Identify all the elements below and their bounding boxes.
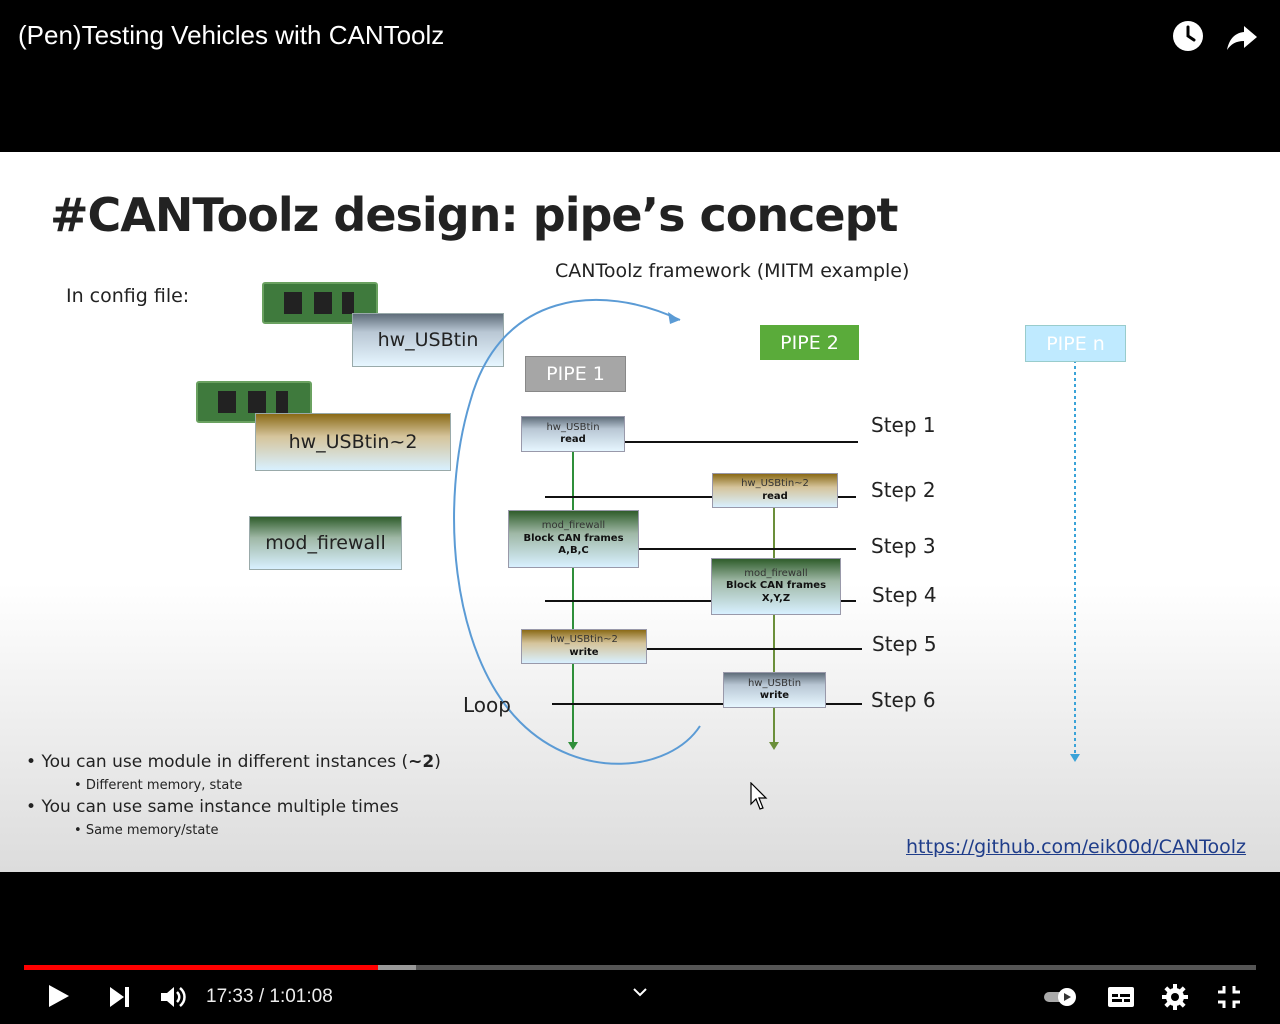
play-icon [49, 985, 69, 1007]
pipe1-module-firewall: mod_firewall Block CAN frames A,B,C [508, 510, 639, 568]
subtitles-icon [1108, 987, 1134, 1007]
volume-icon [161, 987, 186, 1007]
github-link[interactable]: https://github.com/eik00d/CANToolz [906, 836, 1246, 858]
step4-label: Step 4 [872, 583, 937, 607]
module-action: read [560, 434, 586, 445]
step2-label: Step 2 [871, 478, 936, 502]
share-icon[interactable] [1224, 18, 1260, 54]
loop-label: Loop [463, 693, 511, 717]
module-name: mod_firewall [541, 520, 606, 532]
step1-label: Step 1 [871, 413, 936, 437]
gear-icon [1162, 984, 1188, 1010]
presentation-slide[interactable]: #CANToolz design: pipe’s concept In conf… [0, 152, 1280, 872]
video-title[interactable]: (Pen)Testing Vehicles with CANToolz [18, 20, 444, 51]
progress-bar[interactable] [24, 965, 1256, 970]
autoplay-toggle[interactable] [1043, 985, 1079, 1014]
module-name: hw_USBtin~2 [550, 634, 618, 645]
progress-played [24, 965, 378, 970]
pipen-label: PIPE n [1025, 325, 1126, 362]
settings-button[interactable] [1161, 983, 1189, 1016]
bullet-1-sub-text: Different memory, state [85, 778, 243, 793]
pipe1-label: PIPE 1 [525, 356, 626, 392]
module-action: write [569, 646, 599, 658]
mouse-cursor-icon [750, 782, 768, 810]
bullet-1-sub: • Different memory, state [74, 778, 243, 793]
chevron-down-icon [633, 988, 647, 997]
time-display: 17:33 / 1:01:08 [206, 986, 333, 1008]
exit-fullscreen-button[interactable] [1215, 983, 1243, 1016]
step5-label: Step 5 [872, 632, 937, 656]
pipe1-module-usbtin-read: hw_USBtin read [521, 416, 625, 452]
chapters-expand-button[interactable] [630, 984, 650, 1005]
step3-label: Step 3 [871, 534, 936, 558]
bullet-1-suffix: ) [434, 752, 441, 772]
bullet-1-prefix: You can use module in different instance… [41, 752, 409, 772]
subtitles-button[interactable] [1107, 984, 1135, 1015]
module-name: hw_USBtin [546, 421, 600, 433]
bullet-2: • You can use same instance multiple tim… [26, 797, 399, 817]
current-time: 17:33 [206, 986, 254, 1007]
pipe2-module-usbtin2-read: hw_USBtin~2 read [712, 473, 838, 508]
bullet-1: • You can use module in different instan… [26, 752, 441, 772]
next-icon [110, 987, 129, 1007]
module-name: hw_USBtin [747, 677, 802, 689]
duration: 1:01:08 [269, 986, 333, 1007]
pipe2-label: PIPE 2 [760, 325, 859, 360]
module-action: write [759, 690, 790, 701]
module-action: Block CAN frames [523, 532, 624, 544]
module-name: mod_firewall [744, 567, 808, 579]
bullet-2-sub: • Same memory/state [74, 823, 219, 838]
bullet-2-text: You can use same instance multiple times [41, 797, 399, 817]
autoplay-toggle-icon [1044, 988, 1076, 1006]
bullet-1-bold: ~2 [408, 752, 435, 772]
exit-fullscreen-icon [1218, 986, 1240, 1008]
module-action: read [762, 490, 788, 502]
watch-later-icon[interactable] [1170, 18, 1206, 54]
pipe2-module-usbtin-write: hw_USBtin write [723, 672, 826, 708]
next-button[interactable] [106, 983, 134, 1016]
bullet-2-sub-text: Same memory/state [85, 823, 219, 838]
module-action: Block CAN frames [725, 580, 827, 592]
play-button[interactable] [44, 982, 72, 1015]
module-name: hw_USBtin~2 [741, 478, 809, 489]
step6-label: Step 6 [871, 688, 936, 712]
time-separator: / [253, 986, 270, 1007]
module-extra: A,B,C [558, 545, 589, 557]
module-extra: X,Y,Z [761, 592, 791, 604]
loop-arrow-head [668, 312, 680, 324]
pipe1-module-usbtin2-write: hw_USBtin~2 write [521, 629, 647, 664]
volume-button[interactable] [158, 983, 188, 1016]
pipe2-module-firewall: mod_firewall Block CAN frames X,Y,Z [711, 558, 841, 615]
